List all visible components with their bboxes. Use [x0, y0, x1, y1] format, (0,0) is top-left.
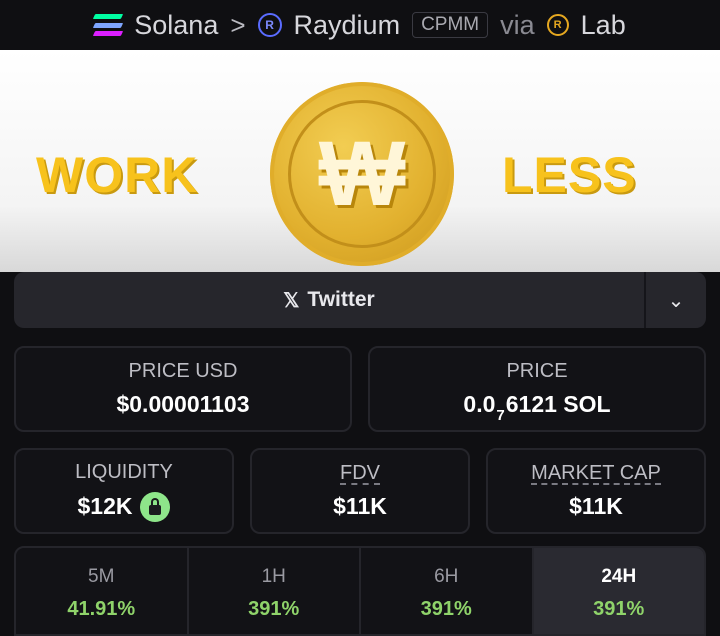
fdv-value: $11K	[333, 492, 387, 519]
price-change-value: 41.91%	[67, 598, 136, 620]
price-usd-value: $0.00001103	[116, 391, 250, 417]
launchpad-link[interactable]: Lab	[581, 10, 626, 41]
banner-right-word: LESS	[502, 147, 637, 203]
x-icon: 𝕏	[283, 289, 300, 312]
token-coin-logo: ₩	[270, 82, 454, 266]
price-change-value: 391%	[593, 598, 645, 620]
tab-label: 5M	[88, 566, 115, 587]
price-usd-card: PRICE USD $0.00001103	[14, 346, 352, 432]
token-banner: WORK ₩ LESS	[0, 50, 720, 272]
chevron-down-icon: ⌄	[667, 289, 685, 312]
solana-icon	[93, 14, 124, 36]
tab-24h[interactable]: 24H 391%	[533, 548, 704, 634]
fdv-card: FDV $11K	[250, 448, 470, 534]
tab-6h[interactable]: 6H 391%	[361, 548, 534, 634]
lock-icon[interactable]	[140, 491, 171, 522]
dex-link[interactable]: Raydium	[294, 10, 401, 41]
market-cap-card: MARKET CAP $11K	[486, 448, 706, 534]
tab-label: 6H	[434, 566, 459, 587]
via-label: via	[500, 9, 535, 40]
market-cap-label[interactable]: MARKET CAP	[531, 463, 661, 485]
pool-type-badge: CPMM	[412, 12, 489, 38]
tab-label: 1H	[261, 566, 286, 587]
tab-label: 24H	[601, 566, 637, 587]
liquidity-label: LIQUIDITY	[75, 460, 173, 483]
raydium-icon: R	[257, 13, 282, 37]
price-change-tabs: 5M 41.91% 1H 391% 6H 391% 24H 391%	[14, 546, 706, 636]
tab-1h[interactable]: 1H 391%	[189, 548, 361, 634]
price-change-value: 391%	[248, 598, 300, 620]
chain-link[interactable]: Solana	[134, 10, 218, 41]
twitter-button[interactable]: 𝕏 Twitter	[14, 272, 644, 328]
liquidity-value: $12K	[77, 493, 133, 519]
price-usd-label: PRICE USD	[128, 360, 238, 382]
price-change-value: 391%	[420, 598, 472, 620]
social-links-row: 𝕏 Twitter ⌄	[14, 272, 706, 328]
fdv-label[interactable]: FDV	[340, 463, 380, 485]
lab-icon: R	[546, 14, 569, 36]
price-native-zero-count: 7	[496, 407, 505, 424]
liquidity-value-row: $12K	[77, 491, 171, 522]
liquidity-card: LIQUIDITY $12K	[14, 448, 234, 534]
market-cap-value: $11K	[569, 492, 623, 519]
tab-5m[interactable]: 5M 41.91%	[16, 548, 189, 634]
breadcrumb-separator: >	[230, 9, 246, 40]
price-native-suffix: 6121 SOL	[505, 391, 611, 417]
won-symbol: ₩	[288, 100, 436, 248]
banner-left-word: WORK	[36, 147, 199, 203]
price-native-prefix: 0.0	[463, 391, 496, 417]
price-native-value: 0.076121 SOL	[463, 391, 611, 424]
price-native-card: PRICE 0.076121 SOL	[368, 346, 706, 432]
more-links-dropdown[interactable]: ⌄	[644, 272, 706, 328]
twitter-label: Twitter	[307, 288, 375, 311]
price-native-label: PRICE	[506, 360, 568, 382]
pair-breadcrumb: Solana > R Raydium CPMM via R Lab	[0, 0, 720, 50]
